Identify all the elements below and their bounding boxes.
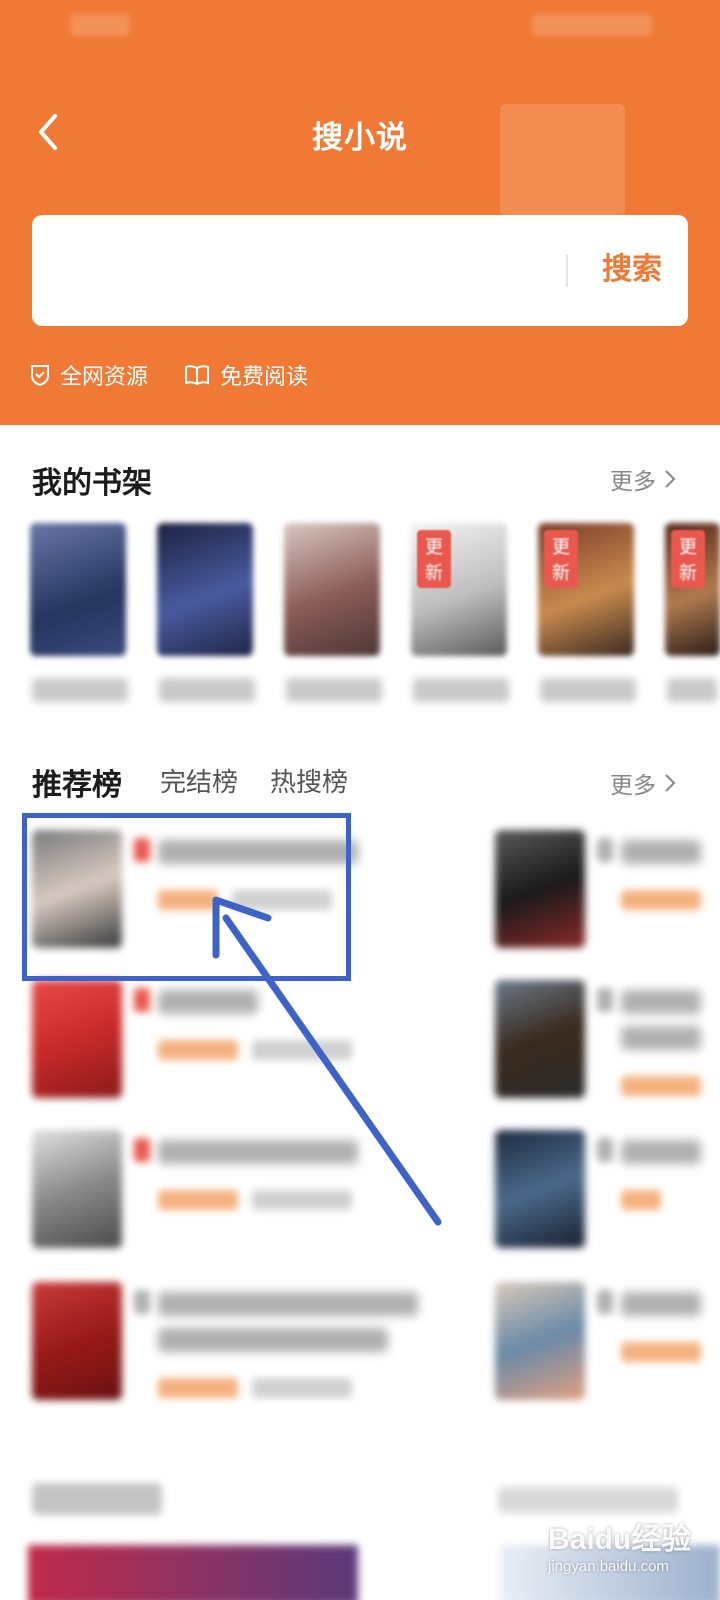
rank-meta-blurred	[252, 1190, 352, 1210]
shelf-more-link[interactable]: 更多	[610, 462, 676, 496]
rank-tag-blurred	[158, 1040, 238, 1060]
shelf-book[interactable]	[157, 523, 253, 656]
rank-tag-blurred	[158, 1190, 238, 1210]
guess-section-title-blurred	[32, 1483, 162, 1515]
rank-title-blurred	[621, 840, 701, 864]
shelf-book[interactable]	[284, 523, 380, 656]
shelf-book-title-blurred	[159, 678, 255, 702]
rank-title-blurred	[158, 1328, 388, 1352]
feature-free-reading: 免费阅读	[184, 358, 308, 392]
rank-title-blurred	[158, 1292, 418, 1316]
rank-tag-blurred	[621, 1076, 701, 1096]
rank-title-blurred	[158, 1140, 358, 1164]
rank-number-blurred	[597, 1290, 613, 1314]
shelf-book-title-blurred	[286, 678, 382, 702]
update-badge: 更新	[671, 530, 705, 588]
rank-number-blurred	[597, 838, 613, 862]
baidu-watermark: Baidu经验 jingyan.baidu.com	[548, 1514, 718, 1594]
rank-number-blurred	[597, 988, 613, 1012]
rank-meta-blurred	[252, 1378, 352, 1398]
tab-completed[interactable]: 完结榜	[160, 762, 238, 799]
header-decoration	[500, 104, 625, 216]
status-time-blurred	[70, 14, 130, 36]
rank-cover	[495, 1130, 585, 1248]
rank-title-blurred	[621, 1026, 701, 1050]
rank-cover	[32, 980, 122, 1098]
more-label: 更多	[610, 469, 656, 495]
feature-label: 全网资源	[60, 365, 149, 390]
rank-item[interactable]	[32, 1282, 418, 1402]
book-open-icon	[185, 365, 209, 386]
update-badge: 更新	[544, 530, 578, 588]
rank-title-blurred	[621, 990, 701, 1014]
rank-item[interactable]	[32, 1130, 362, 1250]
rank-item[interactable]	[32, 980, 362, 1100]
update-badge: 更新	[417, 530, 451, 588]
tab-hot-search[interactable]: 热搜榜	[270, 762, 348, 799]
chevron-right-icon	[665, 470, 676, 488]
rank-item[interactable]	[495, 1282, 720, 1402]
rank-cover	[495, 1282, 585, 1400]
rank-cover	[495, 830, 585, 948]
rank-item[interactable]	[495, 980, 720, 1100]
status-bar	[0, 0, 720, 54]
shelf-book-title-blurred	[540, 678, 636, 702]
shield-check-icon	[31, 365, 49, 386]
rank-number-blurred	[134, 1290, 150, 1314]
rank-tag-blurred	[158, 1378, 238, 1398]
rank-item[interactable]	[495, 1130, 720, 1250]
rank-number-blurred	[597, 1138, 613, 1162]
rank-title-blurred	[158, 990, 258, 1014]
ranking-more-link[interactable]: 更多	[610, 766, 676, 800]
status-icons-blurred	[532, 14, 652, 36]
search-button[interactable]: 搜索	[592, 243, 672, 297]
rank-meta-blurred	[252, 1040, 352, 1060]
rank-cover	[32, 1130, 122, 1248]
search-input[interactable]: 搜索	[32, 215, 688, 326]
guess-banner[interactable]	[28, 1545, 358, 1600]
shelf-book-title-blurred	[413, 678, 509, 702]
chevron-right-icon	[665, 774, 676, 792]
more-label: 更多	[610, 773, 656, 799]
search-divider	[566, 255, 568, 287]
shelf-title: 我的书架	[32, 466, 152, 501]
watermark-url: jingyan.baidu.com	[548, 1558, 669, 1575]
guess-more-blurred[interactable]	[498, 1487, 678, 1513]
rank-cover	[32, 1282, 122, 1400]
annotation-highlight-box	[22, 813, 351, 981]
rank-item[interactable]	[495, 830, 720, 950]
rank-tag-blurred	[621, 1190, 661, 1210]
feature-label: 免费阅读	[220, 365, 309, 390]
tab-recommend[interactable]: 推荐榜	[32, 760, 122, 804]
rank-tag-blurred	[621, 890, 701, 910]
app-header: 搜小说 搜索 全网资源 免费阅读	[0, 0, 720, 425]
rank-number-blurred	[134, 1138, 150, 1162]
feature-all-resources: 全网资源	[30, 358, 148, 392]
rank-number-blurred	[134, 988, 150, 1012]
rank-tag-blurred	[621, 1342, 701, 1362]
shelf-book-title-blurred	[32, 678, 128, 702]
rank-title-blurred	[621, 1140, 701, 1164]
watermark-brand: Baidu经验	[548, 1523, 692, 1556]
rank-title-blurred	[621, 1292, 701, 1316]
shelf-book[interactable]	[30, 523, 126, 656]
rank-cover	[495, 980, 585, 1098]
shelf-book-title-blurred	[667, 678, 717, 702]
